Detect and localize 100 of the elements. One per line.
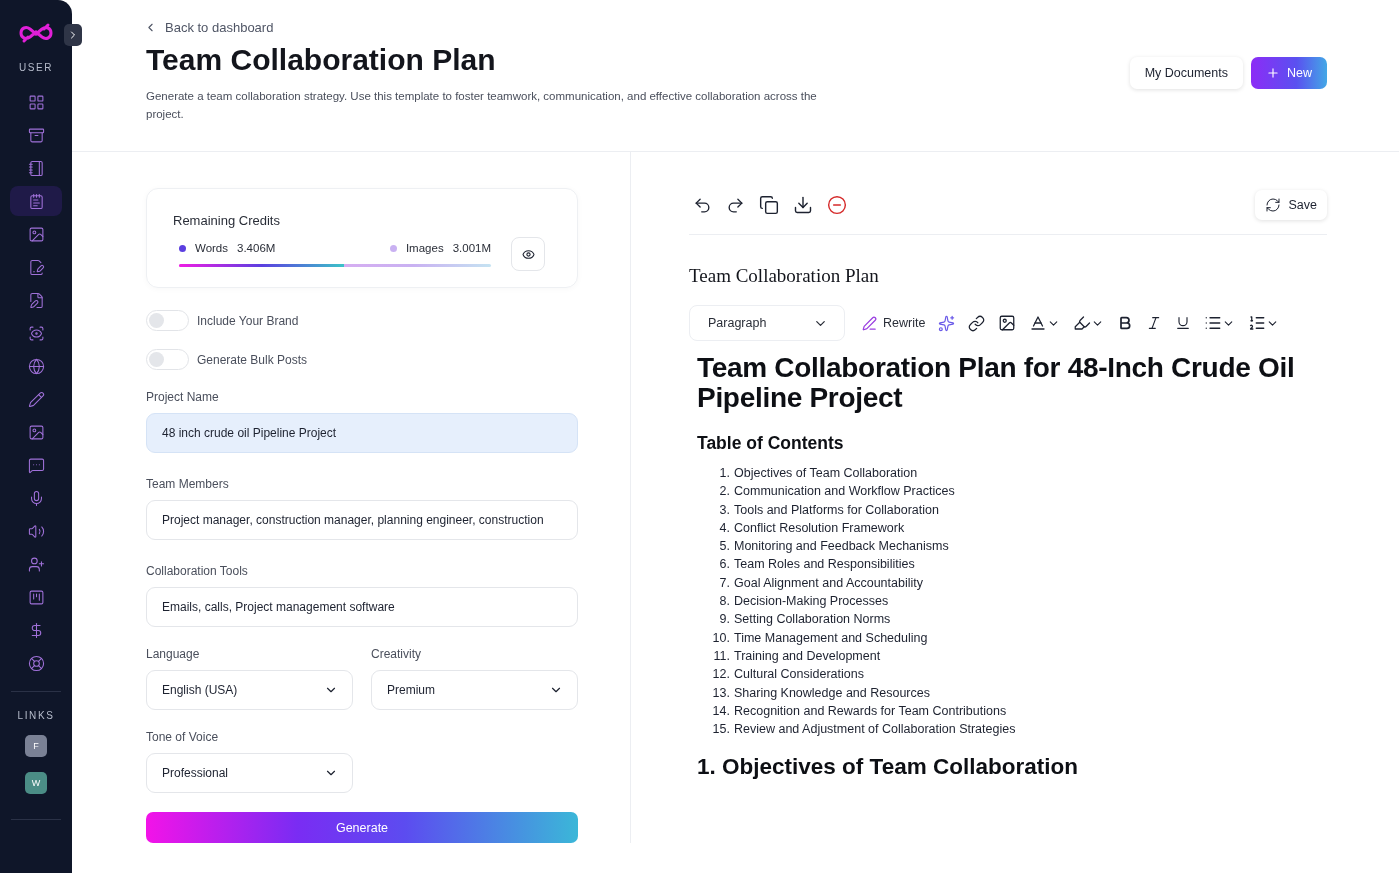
credits-title: Remaining Credits bbox=[173, 213, 281, 228]
toc-item: Cultural Considerations bbox=[734, 666, 864, 684]
toc-item: Monitoring and Feedback Mechanisms bbox=[734, 538, 949, 556]
copy-icon[interactable] bbox=[759, 195, 779, 215]
grid-icon bbox=[27, 93, 45, 111]
sidebar-section-label: LINKS bbox=[17, 710, 55, 721]
sidebar-item[interactable] bbox=[10, 186, 62, 216]
link-badge[interactable]: W bbox=[25, 772, 47, 794]
toggle-switch[interactable] bbox=[146, 349, 189, 370]
globe-icon bbox=[27, 357, 45, 375]
underline-icon[interactable] bbox=[1175, 315, 1192, 331]
generate-button[interactable]: Generate bbox=[146, 812, 578, 843]
toc-item: Team Roles and Responsibilities bbox=[734, 556, 915, 574]
pen-icon bbox=[862, 315, 877, 331]
documents-button[interactable]: My Documents bbox=[1129, 57, 1243, 89]
toggle-label: Include Your Brand bbox=[197, 313, 299, 328]
block-type-dropdown[interactable]: Paragraph bbox=[689, 305, 845, 341]
rewrite-button[interactable]: Rewrite bbox=[862, 315, 926, 331]
toc-item: Time Management and Scheduling bbox=[734, 629, 928, 647]
field-label: Language bbox=[146, 647, 201, 661]
kanban-icon bbox=[27, 588, 45, 606]
pencil-icon bbox=[27, 390, 45, 408]
archive-icon bbox=[27, 126, 45, 144]
list-number: 10. bbox=[711, 629, 731, 647]
toggle-switch[interactable] bbox=[146, 310, 189, 331]
list-number: 12. bbox=[711, 666, 731, 684]
section-heading: 1. Objectives of Team Collaboration bbox=[697, 754, 1079, 781]
page-description: Generate a team collaboration strategy. Use this template to foster teamwork, communication, and effective collaboration across the project. bbox=[146, 89, 818, 122]
back-link[interactable]: Back to dashboard bbox=[144, 20, 836, 35]
bullet-list-icon bbox=[1204, 314, 1223, 332]
dropdown[interactable]: English (USA) bbox=[146, 670, 353, 710]
list-number: 2. bbox=[718, 483, 731, 501]
logo-icon bbox=[18, 22, 54, 44]
document-heading: Team Collaboration Plan for 48-Inch Crude Oil Pipeline Project bbox=[697, 353, 1296, 413]
file-edit-icon bbox=[27, 258, 45, 276]
list-number: 1. bbox=[718, 465, 731, 482]
list-number: 11. bbox=[712, 647, 731, 665]
lifebuoy-icon bbox=[27, 654, 45, 672]
toc-item: Decision-Making Processes bbox=[734, 593, 889, 611]
highlighter-icon bbox=[1073, 314, 1092, 332]
image-icon bbox=[27, 423, 45, 441]
file-pen-icon bbox=[27, 291, 45, 309]
speaker-icon bbox=[27, 522, 45, 540]
input-field[interactable]: 48 inch crude oil Pipeline Project bbox=[146, 413, 578, 453]
numbered-list-icon bbox=[1248, 314, 1267, 332]
document-icon bbox=[27, 192, 45, 210]
notebook-icon bbox=[27, 159, 45, 177]
toc-item: Objectives of Team Collaboration bbox=[734, 465, 918, 482]
toc-item: Training and Development bbox=[734, 647, 881, 665]
field-label: Collaboration Tools bbox=[146, 564, 249, 578]
toc-item: Conflict Resolution Framework bbox=[734, 519, 905, 537]
link-badge[interactable]: F bbox=[25, 735, 47, 757]
chat-icon bbox=[27, 456, 45, 474]
credit-label: Words bbox=[195, 242, 229, 254]
list-number: 4. bbox=[718, 519, 731, 537]
toc-item: Sharing Knowledge and Resources bbox=[734, 684, 930, 702]
field-label: Project Name bbox=[146, 390, 220, 404]
collapse-sidebar-button[interactable] bbox=[64, 24, 82, 46]
toc-heading: Table of Contents bbox=[697, 433, 845, 454]
minus-circle-icon[interactable] bbox=[827, 195, 847, 215]
toc-item: Tools and Platforms for Collaboration bbox=[734, 501, 939, 519]
input-field[interactable]: Emails, calls, Project management software bbox=[146, 587, 578, 627]
field-label: Creativity bbox=[371, 647, 422, 661]
list-number: 6. bbox=[718, 556, 731, 574]
download-icon[interactable] bbox=[793, 195, 813, 215]
dropdown[interactable]: Premium bbox=[371, 670, 578, 710]
sidebar-section-label: USER bbox=[18, 62, 54, 73]
eye-icon bbox=[521, 247, 535, 261]
credit-value: 3.001M bbox=[452, 242, 491, 254]
list-number: 9. bbox=[718, 611, 731, 629]
refresh-icon bbox=[1264, 197, 1281, 213]
credit-value: 3.406M bbox=[237, 242, 276, 254]
image-icon[interactable] bbox=[998, 314, 1017, 332]
toggle-label: Generate Bulk Posts bbox=[197, 352, 308, 367]
list-number: 3. bbox=[718, 501, 731, 519]
field-label: Team Members bbox=[146, 477, 230, 491]
show-credits-button[interactable] bbox=[511, 237, 545, 271]
scan-eye-icon bbox=[27, 324, 45, 342]
toc-item: Goal Alignment and Accountability bbox=[734, 574, 923, 592]
list-number: 15. bbox=[711, 721, 731, 739]
plus-icon bbox=[1266, 66, 1280, 80]
list-number: 13. bbox=[711, 684, 731, 702]
list-number: 7. bbox=[718, 574, 731, 592]
document-title: Team Collaboration Plan bbox=[689, 265, 880, 287]
input-field[interactable]: Project manager, construction manager, planning engineer, construction bbox=[146, 500, 578, 540]
field-label: Tone of Voice bbox=[146, 730, 220, 744]
list-number: 8. bbox=[718, 593, 731, 611]
list-number: 5. bbox=[718, 538, 731, 556]
sparkles-icon[interactable] bbox=[938, 314, 956, 332]
toc-item: Communication and Workflow Practices bbox=[734, 483, 955, 501]
page-title: Team Collaboration Plan bbox=[146, 43, 497, 77]
toc-item: Review and Adjustment of Collaboration Strategies bbox=[734, 721, 1016, 739]
user-plus-icon bbox=[27, 555, 45, 573]
credit-label: Images bbox=[405, 242, 444, 254]
toc-item: Setting Collaboration Norms bbox=[734, 611, 891, 629]
dropdown[interactable]: Professional bbox=[146, 753, 353, 793]
new-button[interactable]: New bbox=[1251, 57, 1327, 89]
image-icon bbox=[27, 225, 45, 243]
link-icon[interactable] bbox=[968, 314, 986, 332]
save-button[interactable]: Save bbox=[1254, 190, 1327, 220]
